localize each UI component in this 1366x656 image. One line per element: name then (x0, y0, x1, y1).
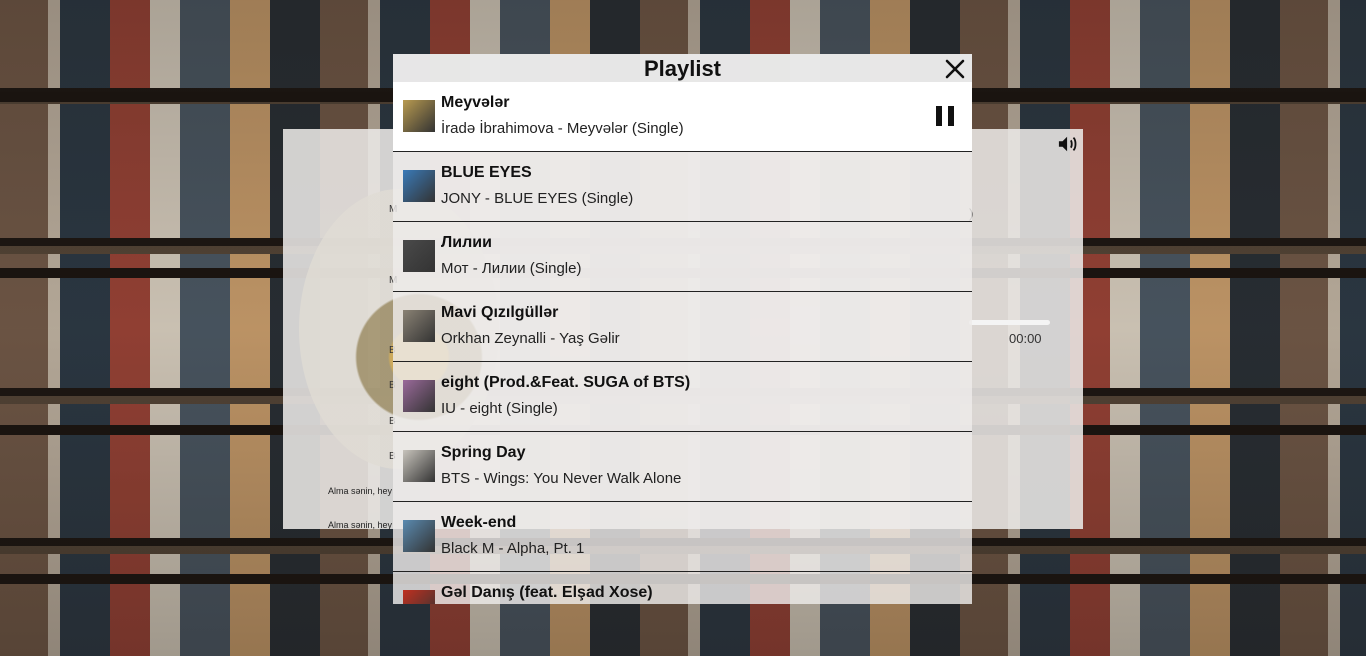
track-thumbnail (403, 380, 435, 412)
track-row[interactable]: Лилии Мот - Лилии (Single) (393, 222, 972, 292)
track-title: Лилии (441, 234, 492, 251)
track-subtitle: Black M - Alpha, Pt. 1 (441, 540, 585, 557)
progress-bar[interactable] (969, 320, 1050, 325)
track-thumbnail (403, 450, 435, 482)
track-title: eight (Prod.&Feat. SUGA of BTS) (441, 374, 691, 391)
volume-icon[interactable] (1057, 134, 1079, 154)
track-row[interactable]: Gəl Danış (feat. Elşad Xose) (393, 572, 972, 604)
track-thumbnail (403, 100, 435, 132)
track-thumbnail (403, 310, 435, 342)
track-subtitle: Мот - Лилии (Single) (441, 260, 582, 277)
track-thumbnail (403, 520, 435, 552)
track-thumbnail (403, 590, 435, 604)
track-row[interactable]: BLUE EYES JONY - BLUE EYES (Single) (393, 152, 972, 222)
track-subtitle: JONY - BLUE EYES (Single) (441, 190, 634, 207)
track-row[interactable]: eight (Prod.&Feat. SUGA of BTS) IU - eigh… (393, 362, 972, 432)
playlist-panel: Playlist Meyvələr İradə İbrahimova - Meyv… (393, 54, 972, 604)
track-title: Meyvələr (441, 94, 510, 111)
track-title: Mavi Qızılgüllər (441, 304, 559, 321)
track-subtitle: BTS - Wings: You Never Walk Alone (441, 470, 682, 487)
track-title: Spring Day (441, 444, 526, 461)
lyric-line: Alma sənin, hey (328, 520, 393, 530)
track-row[interactable]: Mavi Qızılgüllər Orkhan Zeynalli - Yaş Gə… (393, 292, 972, 362)
track-title: Gəl Danış (feat. Elşad Xose) (441, 584, 653, 601)
track-thumbnail (403, 240, 435, 272)
track-subtitle: İradə İbrahimova - Meyvələr (Single) (441, 120, 684, 137)
track-title: Week-end (441, 514, 517, 531)
track-thumbnail (403, 170, 435, 202)
playlist-header: Playlist (393, 54, 972, 82)
track-row[interactable]: Week-end Black M - Alpha, Pt. 1 (393, 502, 972, 572)
close-icon[interactable] (944, 58, 966, 80)
track-row[interactable]: Meyvələr İradə İbrahimova - Meyvələr (Sin… (393, 82, 972, 152)
pause-icon[interactable] (936, 106, 954, 126)
duration-time: 00:00 (1009, 331, 1042, 346)
track-subtitle: Orkhan Zeynalli - Yaş Gəlir (441, 330, 620, 347)
track-subtitle: IU - eight (Single) (441, 400, 558, 417)
track-row[interactable]: Spring Day BTS - Wings: You Never Walk Al… (393, 432, 972, 502)
lyric-line: Alma sənin, hey (328, 486, 393, 496)
playlist-title: Playlist (643, 56, 722, 81)
track-list: Meyvələr İradə İbrahimova - Meyvələr (Sin… (393, 82, 972, 604)
track-title: BLUE EYES (441, 164, 532, 181)
